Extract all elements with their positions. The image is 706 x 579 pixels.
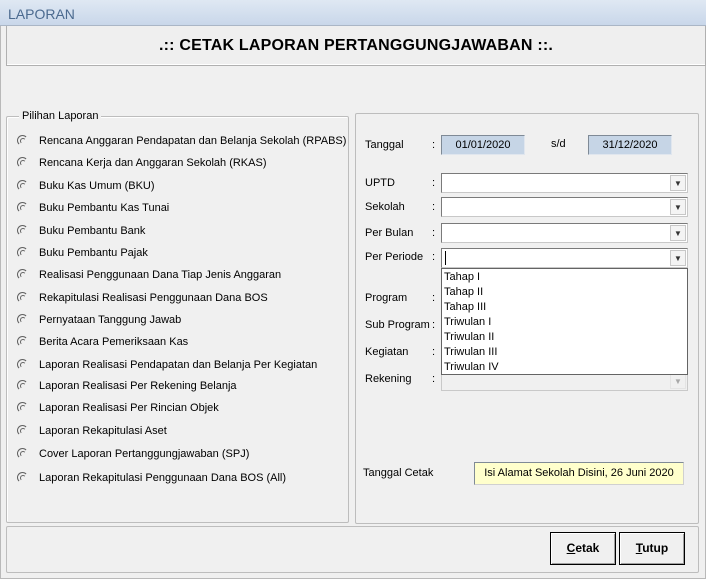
report-option-label: Laporan Rekapitulasi Aset	[39, 425, 167, 437]
report-option-label: Rencana Anggaran Pendapatan dan Belanja …	[39, 135, 347, 147]
program-label: Program	[365, 292, 408, 304]
uptd-select[interactable]: ▼	[441, 173, 688, 193]
per-periode-label: Per Periode	[365, 251, 424, 263]
report-option[interactable]: Buku Pembantu Kas Tunai	[17, 200, 169, 216]
tanggal-cetak-label: Tanggal Cetak	[363, 467, 434, 479]
report-option-label: Laporan Realisasi Pendapatan dan Belanja…	[39, 359, 318, 371]
radio-button-icon[interactable]	[17, 202, 29, 214]
tanggal-cetak-field[interactable]: Isi Alamat Sekolah Disini, 26 Juni 2020	[474, 462, 684, 485]
radio-button-icon[interactable]	[17, 336, 29, 348]
uptd-colon: :	[432, 177, 436, 189]
report-option[interactable]: Buku Pembantu Pajak	[17, 245, 148, 261]
report-option[interactable]: Berita Acara Pemeriksaan Kas	[17, 334, 188, 350]
radio-button-icon[interactable]	[17, 380, 29, 392]
report-option-label: Laporan Rekapitulasi Penggunaan Dana BOS…	[39, 472, 287, 484]
report-option-label: Berita Acara Pemeriksaan Kas	[39, 336, 189, 348]
report-option[interactable]: Buku Kas Umum (BKU)	[17, 178, 155, 194]
periode-option[interactable]: Triwulan IV	[444, 360, 499, 375]
per-bulan-select[interactable]: ▼	[441, 223, 688, 243]
periode-option[interactable]: Tahap I	[444, 270, 480, 285]
tanggal-to-field[interactable]: 31/12/2020	[588, 135, 672, 155]
sd-label: s/d	[551, 138, 566, 150]
sub-program-colon: :	[432, 319, 436, 331]
radio-button-icon[interactable]	[17, 180, 29, 192]
report-option[interactable]: Pernyataan Tanggung Jawab	[17, 312, 181, 328]
report-option-label: Buku Kas Umum (BKU)	[39, 180, 155, 192]
periode-option[interactable]: Triwulan I	[444, 315, 491, 330]
report-option-label: Buku Pembantu Kas Tunai	[39, 202, 170, 214]
header-panel: .:: CETAK LAPORAN PERTANGGUNGJAWABAN ::.	[6, 26, 706, 66]
radio-button-icon[interactable]	[17, 269, 29, 281]
periode-dropdown-list: Tahap I Tahap II Tahap III Triwulan I Tr…	[441, 268, 688, 375]
radio-button-icon[interactable]	[17, 448, 29, 460]
per-periode-select[interactable]: ▼	[441, 248, 688, 268]
report-option[interactable]: Buku Pembantu Bank	[17, 223, 145, 239]
per-periode-colon: :	[432, 251, 436, 263]
report-option-label: Buku Pembantu Pajak	[39, 247, 148, 259]
sekolah-select[interactable]: ▼	[441, 197, 688, 217]
cetak-accel: C	[566, 541, 576, 555]
radio-button-icon[interactable]	[17, 314, 29, 326]
kegiatan-label: Kegiatan	[365, 346, 409, 358]
report-option[interactable]: Realisasi Penggunaan Dana Tiap Jenis Ang…	[17, 267, 281, 283]
per-bulan-colon: :	[432, 227, 436, 239]
report-option[interactable]: Laporan Rekapitulasi Aset	[17, 423, 167, 439]
radio-button-icon[interactable]	[17, 359, 29, 371]
cetak-button[interactable]: Cetak	[550, 532, 616, 565]
page-title: .:: CETAK LAPORAN PERTANGGUNGJAWABAN ::.	[158, 37, 554, 54]
report-option-label: Laporan Realisasi Per Rekening Belanja	[39, 380, 237, 392]
report-option[interactable]: Laporan Rekapitulasi Penggunaan Dana BOS…	[17, 470, 286, 486]
periode-option[interactable]: Triwulan II	[444, 330, 494, 345]
chevron-down-icon[interactable]: ▼	[670, 225, 686, 241]
report-option[interactable]: Laporan Realisasi Per Rekening Belanja	[17, 378, 237, 394]
report-option-label: Rencana Kerja dan Anggaran Sekolah (RKAS…	[39, 157, 267, 169]
report-option-label: Buku Pembantu Bank	[39, 225, 146, 237]
report-option-label: Realisasi Penggunaan Dana Tiap Jenis Ang…	[39, 269, 282, 281]
radio-button-icon[interactable]	[17, 225, 29, 237]
periode-option[interactable]: Tahap III	[444, 300, 486, 315]
sub-program-label: Sub Program	[365, 319, 430, 331]
per-bulan-label: Per Bulan	[365, 227, 414, 239]
report-option[interactable]: Laporan Realisasi Per Rincian Objek	[17, 400, 219, 416]
report-option[interactable]: Cover Laporan Pertanggungjawaban (SPJ)	[17, 446, 249, 462]
radio-button-icon[interactable]	[17, 135, 29, 147]
tanggal-colon: :	[432, 139, 436, 151]
report-option[interactable]: Rencana Kerja dan Anggaran Sekolah (RKAS…	[17, 155, 266, 171]
sekolah-colon: :	[432, 201, 436, 213]
report-option[interactable]: Rekapitulasi Realisasi Penggunaan Dana B…	[17, 290, 268, 306]
radio-button-icon[interactable]	[17, 425, 29, 437]
periode-option[interactable]: Triwulan III	[444, 345, 497, 360]
sekolah-label: Sekolah	[365, 201, 405, 213]
kegiatan-colon: :	[432, 346, 436, 358]
report-option-label: Cover Laporan Pertanggungjawaban (SPJ)	[39, 448, 250, 460]
rekening-label: Rekening	[365, 373, 412, 385]
tutup-button[interactable]: Tutup	[619, 532, 685, 565]
chevron-down-icon[interactable]: ▼	[670, 199, 686, 215]
pilihan-laporan-legend: Pilihan Laporan	[19, 110, 102, 122]
text-cursor	[445, 251, 446, 265]
radio-button-icon[interactable]	[17, 292, 29, 304]
report-option[interactable]: Rencana Anggaran Pendapatan dan Belanja …	[17, 133, 346, 149]
chevron-down-icon: ▼	[670, 373, 686, 389]
program-colon: :	[432, 292, 436, 304]
periode-option[interactable]: Tahap II	[444, 285, 483, 300]
radio-button-icon[interactable]	[17, 472, 29, 484]
report-option-label: Pernyataan Tanggung Jawab	[39, 314, 182, 326]
radio-button-icon[interactable]	[17, 402, 29, 414]
report-option[interactable]: Laporan Realisasi Pendapatan dan Belanja…	[17, 357, 317, 373]
chevron-down-icon[interactable]: ▼	[670, 250, 686, 266]
window-titlebar: LAPORAN	[0, 0, 706, 26]
tutup-label: utup	[642, 541, 669, 555]
tanggal-from-field[interactable]: 01/01/2020	[441, 135, 525, 155]
report-option-label: Laporan Realisasi Per Rincian Objek	[39, 402, 219, 414]
uptd-label: UPTD	[365, 177, 395, 189]
report-option-label: Rekapitulasi Realisasi Penggunaan Dana B…	[39, 292, 268, 304]
cetak-label: etak	[575, 541, 600, 555]
window-title: LAPORAN	[8, 6, 75, 22]
chevron-down-icon[interactable]: ▼	[670, 175, 686, 191]
tanggal-label: Tanggal	[365, 139, 404, 151]
radio-button-icon[interactable]	[17, 157, 29, 169]
radio-button-icon[interactable]	[17, 247, 29, 259]
rekening-colon: :	[432, 373, 436, 385]
